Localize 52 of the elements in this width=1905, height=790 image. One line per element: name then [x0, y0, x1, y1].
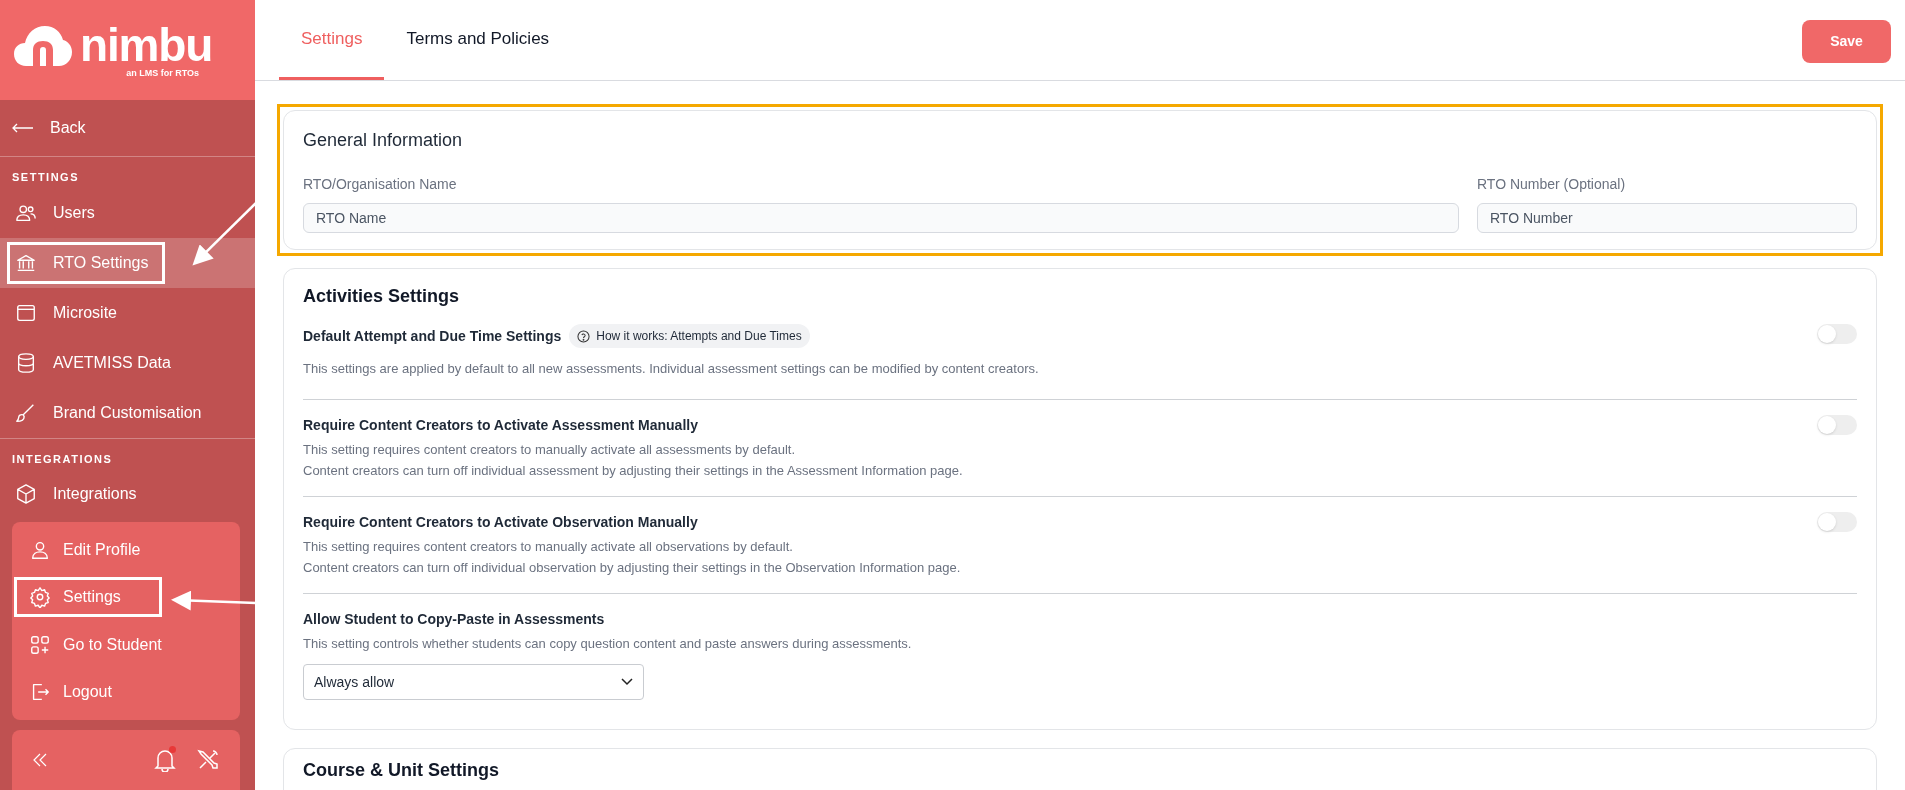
arrow [192, 202, 257, 266]
help-chip[interactable]: How it works: Attempts and Due Times [569, 324, 810, 348]
settings-icon [29, 586, 51, 609]
database-icon [15, 351, 37, 374]
setting-description: Content creators can turn off individual observation by adjusting their settings in the Observation Information page. [303, 559, 962, 577]
card-title: Activities Settings [303, 285, 461, 308]
toggle-switch[interactable] [1817, 324, 1857, 344]
tab[interactable]: Terms and Policies [384, 0, 572, 80]
sidebar-item[interactable]: RTO Settings [7, 241, 166, 284]
tools-icon[interactable] [196, 748, 220, 772]
menu-item[interactable]: Go to Student [14, 624, 240, 665]
field-label: RTO/Organisation Name [303, 175, 458, 194]
setting-description: This setting controls whether students can copy question content and paste answers during assessments. [303, 635, 913, 653]
back-link[interactable]: Back [0, 100, 255, 157]
sidebar-item[interactable]: Integrations [7, 473, 154, 515]
menu-item[interactable]: Logout [14, 672, 240, 713]
logo-tagline: an LMS for RTOs [126, 67, 199, 80]
setting-title: Allow Student to Copy-Paste in Assessments [303, 610, 605, 629]
field-label: RTO Number (Optional) [1477, 175, 1627, 194]
setting-description: This settings are applied by default to all new assessments. Individual assessment settings can be modified by content creators. [303, 360, 1040, 378]
menu-item[interactable]: Settings [14, 577, 162, 618]
menu-item[interactable]: Edit Profile [14, 529, 240, 570]
logo-wordmark: nimbu [80, 22, 213, 68]
card-title: General Information [303, 129, 464, 152]
toggle-switch[interactable] [1817, 512, 1857, 532]
sidebar-item[interactable]: AVETMISS Data [7, 341, 188, 384]
cube-icon [15, 483, 37, 505]
save-button[interactable]: Save [1802, 19, 1891, 63]
section-heading: SETTINGS [11, 170, 80, 185]
setting-description: This setting requires content creators to manually activate all observations by default. [303, 538, 794, 556]
setting-title: Require Content Creators to Activate Observation Manually [303, 513, 698, 532]
chevron-down-icon [621, 678, 633, 686]
tab[interactable]: Settings [279, 0, 385, 80]
bell-icon[interactable] [154, 748, 176, 772]
setting-description: Content creators can turn off individual assessment by adjusting their settings in the Assessment Information page. [303, 462, 964, 480]
input-field[interactable]: RTO Name [303, 203, 1459, 233]
card-title: Course & Unit Settings [303, 759, 500, 782]
toggle-switch[interactable] [1817, 415, 1857, 435]
section-heading: INTEGRATIONS [11, 451, 114, 467]
collapse-icon[interactable] [32, 753, 48, 767]
setting-title: Default Attempt and Due Time Settings [303, 326, 562, 346]
input-field[interactable]: RTO Number [1477, 203, 1857, 233]
apps-icon [29, 633, 51, 656]
sidebar-item[interactable]: Microsite [7, 291, 134, 334]
setting-description: This setting requires content creators to manually activate all assessments by default. [303, 441, 797, 459]
help-icon [577, 329, 591, 343]
sidebar-item[interactable]: Brand Customisation [7, 391, 219, 434]
dropdown[interactable]: Always allow [303, 664, 644, 700]
setting-title: Require Content Creators to Activate Assessment Manually [303, 416, 698, 435]
back-arrow-icon [12, 123, 34, 133]
sidebar-item[interactable]: Users [7, 191, 112, 234]
cloud-logo-icon [14, 24, 72, 66]
